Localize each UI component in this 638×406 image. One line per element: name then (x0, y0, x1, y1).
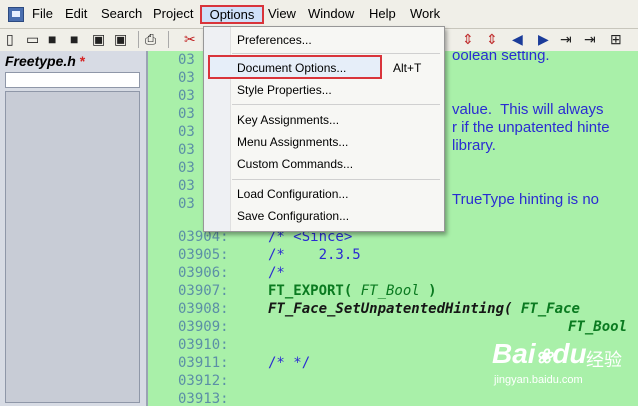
line-number: 03909: (178, 319, 229, 335)
line-number: 03906: (178, 265, 229, 281)
nav-forward-icon[interactable]: ▶ (538, 31, 549, 47)
code-keyword: FT_EXPORT( (268, 283, 361, 299)
baidu-logo-text: Bai (492, 338, 536, 369)
line-number: 03 (178, 160, 195, 176)
watermark-cn-text: 经验 (586, 350, 622, 370)
sidebar-file-name: Freetype.h (5, 53, 76, 69)
code-type: FT_Bool (568, 319, 628, 335)
menu-item-label: Key Assignments... (237, 113, 340, 127)
code-text: FT_Bool (568, 318, 627, 336)
line-number: 03 (178, 70, 195, 86)
menu-item-custom-commands[interactable]: Custom Commands... (204, 154, 444, 174)
code-keyword: ) (419, 283, 437, 299)
line-number: 03 (178, 124, 195, 140)
line-number: 03907: (178, 283, 229, 299)
menu-item-label: Load Configuration... (237, 187, 349, 201)
code-text: /* (268, 265, 285, 281)
menu-item-load-configuration[interactable]: Load Configuration... (204, 184, 444, 204)
menu-work[interactable]: Work (410, 6, 440, 21)
line-number: 03905: (178, 247, 229, 263)
code-text: /* */ (268, 355, 311, 371)
print-icon[interactable]: ⎙ (145, 31, 156, 47)
line-number: 03911: (178, 355, 229, 371)
line-number: 03 (178, 106, 195, 122)
menu-options[interactable]: Options (200, 5, 264, 24)
menu-item-label: Preferences... (237, 33, 312, 47)
watermark-url: jingyan.baidu.com (494, 374, 583, 386)
line-number: 03912: (178, 373, 229, 389)
line-number: 03 (178, 88, 195, 104)
baidu-logo-suffix: du (552, 338, 587, 369)
modified-marker: * (79, 53, 86, 69)
menu-window[interactable]: Window (308, 6, 354, 21)
bookmark-list-icon[interactable]: ⇕ (486, 31, 498, 47)
go-to-symbol-icon[interactable]: ⇥ (560, 31, 572, 47)
open-folder-icon[interactable]: ▭ (26, 31, 39, 47)
line-number: 03 (178, 142, 195, 158)
menu-item-accelerator: Alt+T (393, 61, 422, 75)
app-icon (8, 7, 24, 22)
new-file-icon[interactable]: ▯ (6, 31, 14, 47)
menu-file[interactable]: File (32, 6, 53, 21)
code-text: FT_Face_SetUnpatentedHinting( FT_Face (268, 300, 580, 318)
code-function: FT_Face_SetUnpatentedHinting( (268, 301, 521, 317)
code-text: TrueType hinting is no (452, 191, 600, 208)
cut-icon[interactable]: ✂ (184, 31, 196, 47)
menu-item-label: Style Properties... (237, 83, 332, 97)
menu-project[interactable]: Project (153, 6, 193, 21)
menu-item-key-assignments[interactable]: Key Assignments... (204, 110, 444, 130)
code-text: library. (452, 137, 496, 154)
menu-edit[interactable]: Edit (65, 6, 87, 21)
save-icon[interactable]: ■ (48, 31, 56, 47)
code-text: FT_EXPORT( FT_Bool ) (268, 282, 437, 300)
menu-item-style-properties[interactable]: Style Properties... (204, 80, 444, 100)
code-type: FT_Face (520, 301, 580, 317)
menu-separator (232, 179, 440, 180)
line-number: 03 (178, 52, 195, 68)
code-text: /* 2.3.5 (268, 247, 361, 263)
line-number: 03 (178, 196, 195, 212)
menu-item-label: Document Options... (237, 61, 347, 75)
menu-item-preferences[interactable]: Preferences... (204, 30, 444, 50)
baidu-watermark: Bai❀du 经验 jingyan.baidu.com (488, 336, 638, 406)
save-all-icon[interactable]: ■ (70, 31, 78, 47)
options-menu-dropdown: Preferences... Document Options... Alt+T… (203, 26, 445, 232)
line-number: 03 (178, 178, 195, 194)
menu-view[interactable]: View (268, 6, 296, 21)
menu-item-save-configuration[interactable]: Save Configuration... (204, 206, 444, 226)
menu-help[interactable]: Help (369, 6, 396, 21)
baidu-logo: Bai❀du (492, 338, 587, 370)
close-file-icon[interactable]: ▣ (114, 31, 127, 47)
symbol-filter-input[interactable] (5, 72, 140, 88)
code-text: value. This will always (452, 101, 604, 118)
menu-item-menu-assignments[interactable]: Menu Assignments... (204, 132, 444, 152)
sidebar-file-title: Freetype.h * (5, 53, 85, 69)
paw-icon: ❀ (535, 346, 553, 368)
menu-item-label: Menu Assignments... (237, 135, 349, 149)
save-as-icon[interactable]: ▣ (92, 31, 105, 47)
code-text: oolean setting. (452, 51, 550, 64)
line-number: 03913: (178, 391, 229, 406)
menu-item-label: Custom Commands... (237, 157, 354, 171)
symbol-window: Freetype.h * (0, 51, 148, 406)
line-number: 03910: (178, 337, 229, 353)
menu-item-document-options[interactable]: Document Options... Alt+T (204, 58, 444, 78)
code-type: FT_Bool (360, 283, 420, 299)
menu-separator (232, 53, 440, 54)
menu-bar: File Edit Search Project Options View Wi… (0, 0, 638, 29)
symbol-list[interactable] (5, 91, 140, 403)
toolbar-separator (138, 31, 139, 48)
bookmark-toggle-icon[interactable]: ⇕ (462, 31, 474, 47)
line-number: 03908: (178, 301, 229, 317)
code-text: r if the unpatented hinte (452, 119, 610, 136)
menu-search[interactable]: Search (101, 6, 142, 21)
menu-separator (232, 104, 440, 105)
toolbar-separator (168, 31, 169, 48)
reference-icon[interactable]: ⊞ (610, 31, 622, 47)
menu-item-label: Save Configuration... (237, 209, 350, 223)
go-to-definition-icon[interactable]: ⇥ (584, 31, 596, 47)
nav-back-icon[interactable]: ◀ (512, 31, 523, 47)
